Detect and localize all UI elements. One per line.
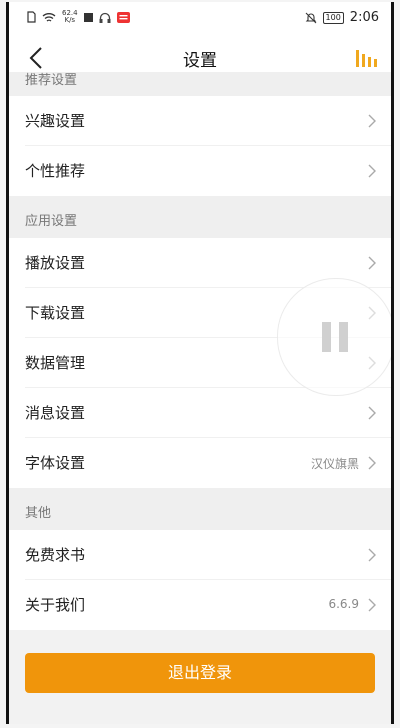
- chevron-right-icon: [368, 598, 376, 612]
- network-speed: 62.4 K/s: [62, 10, 78, 24]
- settings-row-font[interactable]: 字体设置 汉仪旗黑: [9, 438, 391, 488]
- section-header-app: 应用设置: [9, 196, 391, 238]
- row-label: 数据管理: [25, 354, 86, 372]
- settings-row-personal-recommend[interactable]: 个性推荐: [9, 146, 391, 196]
- settings-row-about[interactable]: 关于我们 6.6.9: [9, 580, 391, 630]
- app-notification-icon: [116, 11, 130, 23]
- section-header-recommend: 推荐设置: [9, 72, 391, 96]
- row-label: 字体设置: [25, 454, 86, 472]
- settings-row-free-book-request[interactable]: 免费求书: [9, 530, 391, 580]
- page-title: 设置: [183, 51, 217, 71]
- row-label: 关于我们: [25, 596, 86, 614]
- pause-icon-left: [322, 322, 331, 352]
- logout-button[interactable]: 退出登录: [25, 653, 375, 693]
- status-bar: 62.4 K/s 100 2:06: [9, 2, 391, 38]
- chevron-right-icon: [368, 406, 376, 420]
- chevron-right-icon: [368, 164, 376, 178]
- row-value-font: 汉仪旗黑: [310, 457, 359, 471]
- phone-frame: 62.4 K/s 100 2:06 设置 推荐设置 兴趣设置 个性推荐 应用设置…: [6, 2, 394, 724]
- audio-bars-icon[interactable]: [355, 48, 381, 68]
- section-header-other: 其他: [9, 488, 391, 530]
- row-label: 个性推荐: [25, 162, 86, 180]
- row-label: 兴趣设置: [25, 112, 86, 130]
- square-notification-icon: [83, 12, 93, 22]
- status-time: 2:06: [349, 10, 379, 25]
- section-title-app: 应用设置: [25, 214, 78, 229]
- row-value-version: 6.6.9: [328, 597, 359, 611]
- chevron-right-icon: [368, 456, 376, 470]
- status-right: 100 2:06: [305, 10, 379, 25]
- network-speed-unit: K/s: [64, 16, 76, 24]
- settings-row-interest[interactable]: 兴趣设置: [9, 96, 391, 146]
- row-label: 消息设置: [25, 404, 86, 422]
- section-title-other: 其他: [25, 506, 52, 521]
- chevron-right-icon: [368, 114, 376, 128]
- status-left: 62.4 K/s: [27, 10, 130, 24]
- chevron-right-icon: [368, 548, 376, 562]
- row-label: 免费求书: [25, 546, 86, 564]
- wifi-icon: [42, 12, 56, 22]
- section-title-recommend: 推荐设置: [25, 73, 78, 88]
- pause-icon-right: [339, 322, 348, 352]
- mute-bell-icon: [305, 12, 316, 23]
- headphones-icon: [99, 12, 111, 23]
- battery-indicator: 100: [322, 11, 344, 24]
- row-label: 播放设置: [25, 254, 86, 272]
- chevron-right-icon: [368, 256, 376, 270]
- row-label: 下载设置: [25, 304, 86, 322]
- sim-icon: [27, 11, 36, 23]
- floating-pause-button[interactable]: [277, 278, 391, 396]
